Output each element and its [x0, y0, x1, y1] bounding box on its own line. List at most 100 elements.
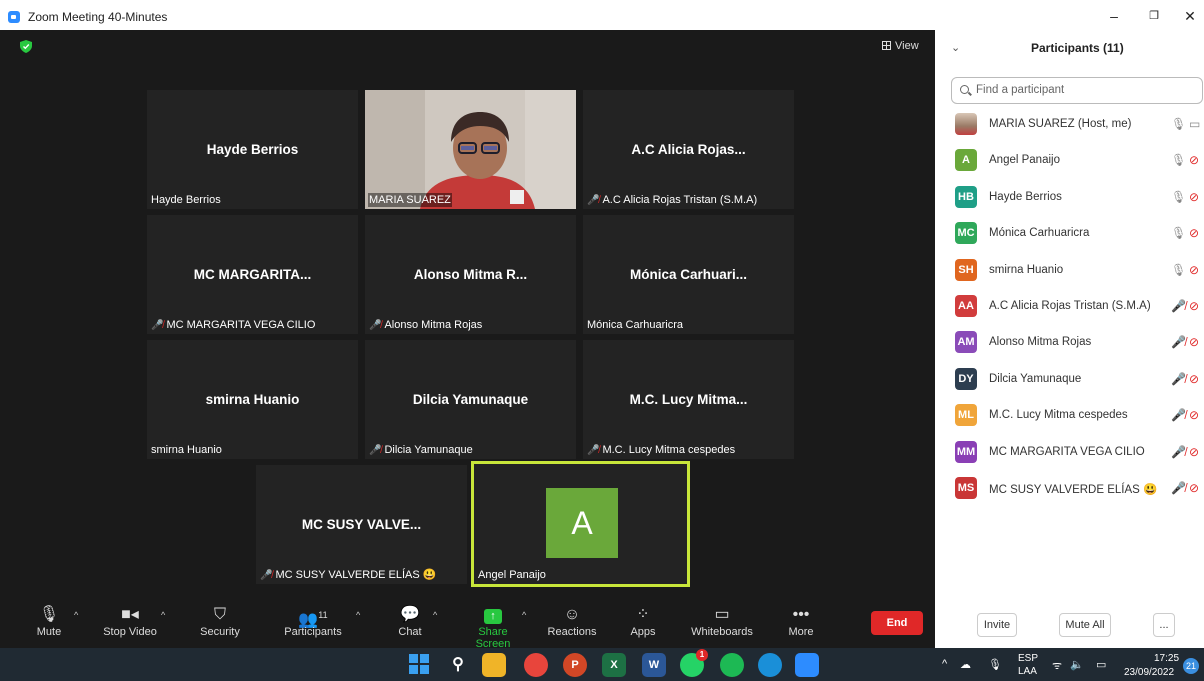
mic-muted-icon[interactable]: 🎤̸: [1171, 481, 1186, 495]
video-off-icon[interactable]: ⊘: [1189, 335, 1199, 349]
reactions-button[interactable]: ☺ Reactions: [547, 604, 597, 638]
video-off-icon[interactable]: ⊘: [1189, 481, 1199, 495]
stop-video-button[interactable]: ■◂ Stop Video: [102, 604, 158, 638]
more-button[interactable]: ••• More: [786, 604, 816, 638]
participants-options-chevron-icon[interactable]: ^: [356, 610, 360, 620]
microphone-icon[interactable]: 🎙: [1171, 117, 1186, 131]
zoom-taskbar-icon[interactable]: [795, 653, 819, 677]
minimize-button[interactable]: –: [1100, 6, 1128, 26]
whatsapp-icon[interactable]: 1: [680, 649, 708, 677]
participants-button[interactable]: 👥11 Participants: [282, 604, 344, 638]
apps-button[interactable]: ⁘ Apps: [628, 604, 658, 638]
end-meeting-button[interactable]: End: [871, 611, 923, 635]
participant-row[interactable]: AA A.C Alicia Rojas Tristan (S.M.A) 🎤̸ ⊘: [935, 290, 1204, 326]
video-off-icon[interactable]: ⊘: [1189, 226, 1199, 240]
microphone-icon[interactable]: 🎙: [1171, 226, 1186, 240]
share-options-chevron-icon[interactable]: ^: [522, 610, 526, 620]
word-icon[interactable]: W: [642, 653, 666, 677]
video-tile-active-speaker[interactable]: A Angel Panaijo: [471, 461, 690, 587]
mic-muted-icon: 🎤̸: [151, 320, 164, 331]
microphone-icon[interactable]: 🎙: [1171, 263, 1186, 277]
video-off-icon[interactable]: ⊘: [1189, 445, 1199, 459]
participants-panel-footer: Invite Mute All ...: [935, 605, 1204, 643]
collapse-panel-chevron-icon[interactable]: ⌄: [951, 41, 960, 54]
tile-participant-name: MC SUSY VALVE...: [301, 517, 422, 532]
chat-button[interactable]: 💬 Chat: [396, 604, 424, 638]
panel-more-button[interactable]: ...: [1153, 613, 1175, 637]
participant-row[interactable]: DY Dilcia Yamunaque 🎤̸ ⊘: [935, 363, 1204, 399]
microphone-icon[interactable]: 🎙: [1171, 153, 1186, 167]
participant-search-input[interactable]: Find a participant: [951, 77, 1203, 104]
participant-row[interactable]: ML M.C. Lucy Mitma cespedes 🎤̸ ⊘: [935, 399, 1204, 435]
video-tile-self[interactable]: MARIA SUAREZ: [365, 90, 576, 209]
microphone-icon[interactable]: 🎙: [1171, 190, 1186, 204]
participant-name: Hayde Berrios: [989, 190, 1062, 203]
clock-date[interactable]: 23/09/2022: [1124, 667, 1174, 678]
participant-name: Angel Panaijo: [989, 154, 1060, 167]
excel-icon[interactable]: X: [602, 653, 626, 677]
video-off-icon[interactable]: ⊘: [1189, 408, 1199, 422]
mic-muted-icon[interactable]: 🎤̸: [1171, 372, 1186, 386]
notification-badge[interactable]: 21: [1183, 658, 1199, 674]
video-tile[interactable]: Hayde Berrios Hayde Berrios: [147, 90, 358, 209]
video-options-chevron-icon[interactable]: ^: [161, 610, 165, 620]
participant-row[interactable]: A Angel Panaijo 🎙 ⊘: [935, 144, 1204, 180]
video-off-icon[interactable]: ⊘: [1189, 190, 1199, 204]
powerpoint-icon[interactable]: P: [563, 653, 587, 677]
video-off-icon[interactable]: ⊘: [1189, 153, 1199, 167]
battery-icon[interactable]: ▭: [1096, 658, 1106, 671]
mic-tray-icon[interactable]: 🎙: [988, 658, 1002, 671]
chrome-icon[interactable]: [524, 653, 548, 677]
video-tile[interactable]: smirna Huanio smirna Huanio: [147, 340, 358, 459]
video-tile[interactable]: Alonso Mitma R... 🎤̸ Alonso Mitma Rojas: [365, 215, 576, 334]
participant-row[interactable]: SH smirna Huanio 🎙 ⊘: [935, 254, 1204, 290]
video-tile[interactable]: A.C Alicia Rojas... 🎤̸ A.C Alicia Rojas T…: [583, 90, 794, 209]
edge-icon[interactable]: [758, 653, 782, 677]
video-tile[interactable]: MC SUSY VALVE... 🎤̸ MC SUSY VALVERDE ELÍA…: [256, 465, 467, 584]
video-camera-icon[interactable]: ▭: [1189, 117, 1200, 131]
whiteboards-button[interactable]: ▭ Whiteboards: [690, 604, 754, 638]
mute-button[interactable]: 🎙 Mute: [34, 604, 64, 638]
audio-options-chevron-icon[interactable]: ^: [74, 610, 78, 620]
participants-panel-header: ⌄ Participants (11): [935, 30, 1204, 66]
participant-row[interactable]: HB Hayde Berrios 🎙 ⊘: [935, 181, 1204, 217]
video-off-icon[interactable]: ⊘: [1189, 263, 1199, 277]
share-screen-button[interactable]: ↑ Share Screen: [460, 604, 526, 650]
view-button[interactable]: View: [882, 40, 919, 52]
video-tile[interactable]: Dilcia Yamunaque 🎤̸ Dilcia Yamunaque: [365, 340, 576, 459]
participant-row[interactable]: MARIA SUAREZ (Host, me) 🎙 ▭: [935, 108, 1204, 144]
windows-start-icon[interactable]: [407, 653, 431, 677]
file-explorer-icon[interactable]: [482, 653, 506, 677]
mic-muted-icon[interactable]: 🎤̸: [1171, 299, 1186, 313]
volume-icon[interactable]: 🔈: [1070, 658, 1084, 671]
participant-name: Alonso Mitma Rojas: [989, 336, 1092, 349]
show-hidden-icons-chevron-icon[interactable]: ^: [942, 658, 947, 670]
wifi-icon[interactable]: ᯤ: [1052, 658, 1062, 673]
participant-row[interactable]: MM MC MARGARITA VEGA CILIO 🎤̸ ⊘: [935, 436, 1204, 472]
video-tile[interactable]: Mónica Carhuari... Mónica Carhuaricra: [583, 215, 794, 334]
participant-row[interactable]: MC Mónica Carhuaricra 🎙 ⊘: [935, 217, 1204, 253]
video-tile[interactable]: M.C. Lucy Mitma... 🎤̸ M.C. Lucy Mitma ces…: [583, 340, 794, 459]
invite-button[interactable]: Invite: [977, 613, 1017, 637]
participant-row[interactable]: MS MC SUSY VALVERDE ELÍAS 😃 🎤̸ ⊘: [935, 472, 1204, 508]
mute-all-button[interactable]: Mute All: [1059, 613, 1111, 637]
mic-muted-icon[interactable]: 🎤̸: [1171, 408, 1186, 422]
input-language-top[interactable]: ESP: [1018, 653, 1038, 664]
chat-options-chevron-icon[interactable]: ^: [433, 610, 437, 620]
video-tile[interactable]: MC MARGARITA... 🎤̸ MC MARGARITA VEGA CILI…: [147, 215, 358, 334]
onedrive-cloud-icon[interactable]: ☁: [960, 658, 971, 671]
encryption-shield-icon[interactable]: [20, 40, 32, 53]
participant-avatar: DY: [955, 367, 977, 390]
clock-time[interactable]: 17:25: [1154, 653, 1179, 664]
mic-muted-icon[interactable]: 🎤̸: [1171, 335, 1186, 349]
mic-muted-icon[interactable]: 🎤̸: [1171, 445, 1186, 459]
participant-row[interactable]: AM Alonso Mitma Rojas 🎤̸ ⊘: [935, 326, 1204, 362]
video-off-icon[interactable]: ⊘: [1189, 372, 1199, 386]
spotify-icon[interactable]: [720, 653, 744, 677]
restore-button[interactable]: ❐: [1140, 6, 1168, 26]
input-language-bottom[interactable]: LAA: [1018, 666, 1037, 677]
close-button[interactable]: ✕: [1176, 6, 1204, 26]
video-off-icon[interactable]: ⊘: [1189, 299, 1199, 313]
security-button[interactable]: ⛉ Security: [198, 604, 242, 638]
taskbar-search-icon[interactable]: ⚲: [446, 653, 470, 677]
